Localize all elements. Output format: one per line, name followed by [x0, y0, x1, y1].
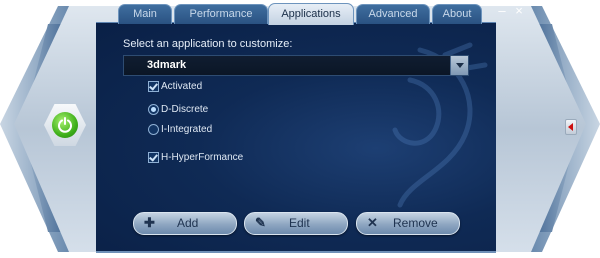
discrete-label: D-Discrete: [161, 104, 209, 115]
remove-button-label: Remove: [393, 216, 438, 230]
tab-main[interactable]: Main: [118, 4, 172, 24]
chevron-down-icon[interactable]: [450, 56, 468, 75]
edit-button-label: Edit: [289, 216, 310, 230]
power-button[interactable]: [52, 112, 78, 138]
add-button-label: Add: [177, 216, 199, 230]
x-icon: ✕: [367, 215, 378, 230]
selected-app-value: 3dmark: [147, 59, 187, 71]
tab-applications[interactable]: Applications: [268, 3, 354, 25]
remove-button[interactable]: ✕ Remove: [356, 212, 460, 235]
arrow-left-icon[interactable]: [565, 119, 577, 135]
add-button[interactable]: ✚ Add: [133, 212, 237, 235]
hyperformance-label: H-HyperFormance: [161, 152, 244, 163]
activated-checkbox[interactable]: [148, 81, 159, 92]
hyperformance-checkbox[interactable]: [148, 152, 159, 163]
power-icon: [58, 117, 72, 133]
app-select-dropdown[interactable]: 3dmark: [123, 55, 469, 76]
activated-label: Activated: [161, 81, 203, 92]
close-button[interactable]: ×: [511, 4, 527, 18]
integrated-label: I-Integrated: [161, 124, 213, 135]
tab-performance[interactable]: Performance: [174, 4, 268, 24]
minimize-button[interactable]: –: [494, 4, 510, 18]
tab-about[interactable]: About: [432, 4, 482, 24]
app-select-prompt: Select an application to customize:: [123, 38, 293, 50]
integrated-radio[interactable]: [148, 124, 159, 135]
pencil-icon: ✎: [255, 215, 266, 230]
tab-advanced[interactable]: Advanced: [356, 4, 430, 24]
discrete-radio[interactable]: [148, 104, 159, 115]
plus-icon: ✚: [144, 215, 155, 230]
edit-button[interactable]: ✎ Edit: [244, 212, 348, 235]
app-window: Main Performance Applications Advanced A…: [0, 0, 600, 258]
